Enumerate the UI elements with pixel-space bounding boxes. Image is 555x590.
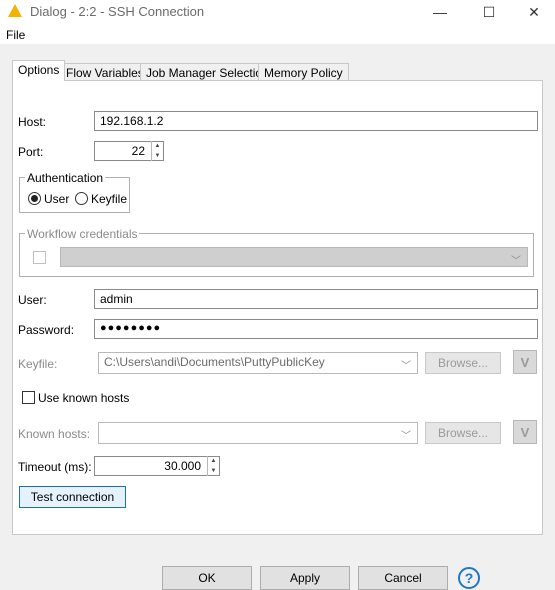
auth-user-label[interactable]: User <box>44 192 69 206</box>
tab-options[interactable]: Options <box>12 60 66 82</box>
chevron-down-icon: ﹀ <box>511 256 521 267</box>
port-stepper[interactable]: ▲ ▼ <box>151 141 163 161</box>
host-input[interactable]: 192.168.1.2 <box>94 111 538 131</box>
timeout-stepper[interactable]: ▲ ▼ <box>207 456 219 476</box>
port-label: Port: <box>18 145 44 159</box>
apply-button[interactable]: Apply <box>260 566 350 590</box>
maximize-icon[interactable]: ☐ <box>466 0 512 24</box>
known-hosts-browse-button[interactable]: Browse... <box>425 422 501 444</box>
user-label: User: <box>18 293 47 307</box>
workflow-credentials-legend: Workflow credentials <box>25 227 140 241</box>
stepper-down-icon[interactable]: ▼ <box>152 151 163 161</box>
timeout-input[interactable]: 30.000 <box>94 456 220 476</box>
auth-keyfile-radio[interactable] <box>75 192 88 205</box>
workflow-credentials-checkbox[interactable] <box>33 251 46 264</box>
ok-button[interactable]: OK <box>162 566 252 590</box>
menu-file[interactable]: File <box>6 28 25 42</box>
known-hosts-flow-variable-button[interactable]: V <box>513 420 537 444</box>
keyfile-flow-variable-button[interactable]: V <box>513 350 537 374</box>
minimize-icon[interactable]: — <box>417 0 463 24</box>
timeout-label: Timeout (ms): <box>18 460 92 474</box>
cancel-button[interactable]: Cancel <box>358 566 448 590</box>
menu-bar <box>0 24 555 44</box>
known-hosts-label: Known hosts: <box>18 427 91 441</box>
keyfile-select[interactable]: C:\Users\andi\Documents\PuttyPublicKey ﹀ <box>98 352 418 374</box>
user-input[interactable]: admin <box>94 289 538 309</box>
known-hosts-select[interactable]: ﹀ <box>98 422 418 444</box>
close-icon[interactable]: ✕ <box>511 0 555 24</box>
stepper-down-icon[interactable]: ▼ <box>208 466 219 476</box>
stepper-up-icon[interactable]: ▲ <box>152 141 163 151</box>
chevron-down-icon: ﹀ <box>401 361 411 372</box>
keyfile-value: C:\Users\andi\Documents\PuttyPublicKey <box>104 355 325 369</box>
auth-keyfile-label[interactable]: Keyfile <box>91 192 127 206</box>
warning-icon <box>8 4 22 17</box>
auth-user-radio[interactable] <box>28 192 41 205</box>
password-input[interactable]: ●●●●●●●● <box>94 319 538 339</box>
help-icon[interactable]: ? <box>458 567 480 589</box>
password-label: Password: <box>18 323 75 337</box>
keyfile-browse-button[interactable]: Browse... <box>425 352 501 374</box>
authentication-legend: Authentication <box>25 171 106 185</box>
test-connection-button[interactable]: Test connection <box>19 486 126 508</box>
window-title: Dialog - 2:2 - SSH Connection <box>30 4 205 19</box>
use-known-hosts-checkbox[interactable] <box>22 391 35 404</box>
host-label: Host: <box>18 115 47 129</box>
chevron-down-icon: ﹀ <box>401 431 411 442</box>
stepper-up-icon[interactable]: ▲ <box>208 456 219 466</box>
keyfile-label: Keyfile: <box>18 357 58 371</box>
tab-flow-variables[interactable]: Flow Variables <box>60 63 150 81</box>
workflow-credentials-select[interactable]: ﹀ <box>60 247 528 267</box>
use-known-hosts-label[interactable]: Use known hosts <box>38 391 129 405</box>
tab-job-manager-selection[interactable]: Job Manager Selection <box>140 63 275 81</box>
tab-memory-policy[interactable]: Memory Policy <box>258 63 349 81</box>
